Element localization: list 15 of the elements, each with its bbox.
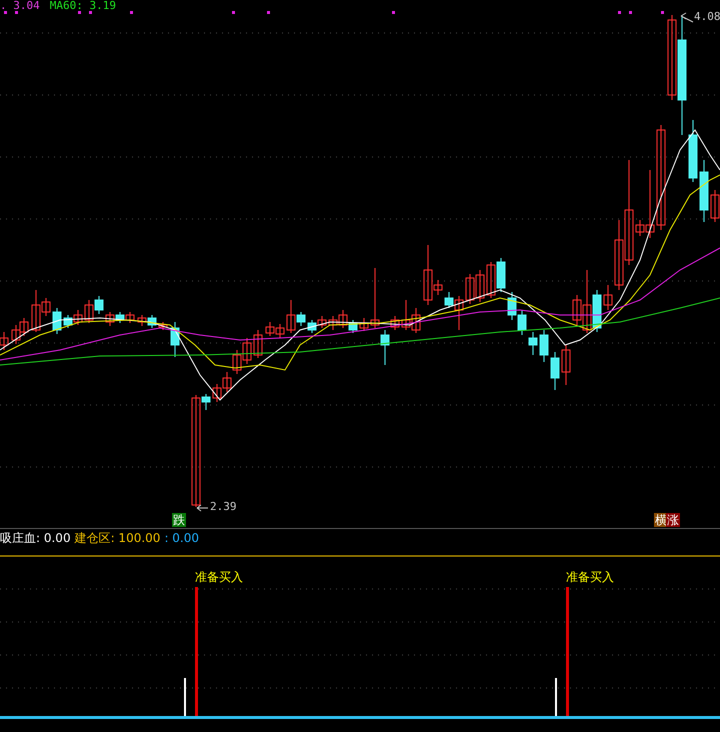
buy-signal-label: 准备买入 xyxy=(195,569,243,586)
leader-line xyxy=(196,504,208,512)
indicator-value: 建仓区: 100.00 xyxy=(74,530,160,546)
indicator-bar xyxy=(555,678,557,717)
low-price-label: 2.39 xyxy=(210,500,236,513)
indicator-value: : 0.00 xyxy=(164,531,200,545)
legend-value: MA60: 3.19 xyxy=(50,0,116,12)
indicator-value: 吸庄血: 0.00 xyxy=(0,530,71,546)
leader-line xyxy=(680,12,694,22)
signal-marker: 跌 xyxy=(172,513,186,527)
legend-value: . 3.04 xyxy=(0,0,40,12)
signal-marker: 涨 xyxy=(666,513,680,527)
buy-signal-label: 准备买入 xyxy=(566,569,614,586)
indicator-bar xyxy=(184,678,186,717)
high-price-label: 4.08 xyxy=(694,10,720,23)
